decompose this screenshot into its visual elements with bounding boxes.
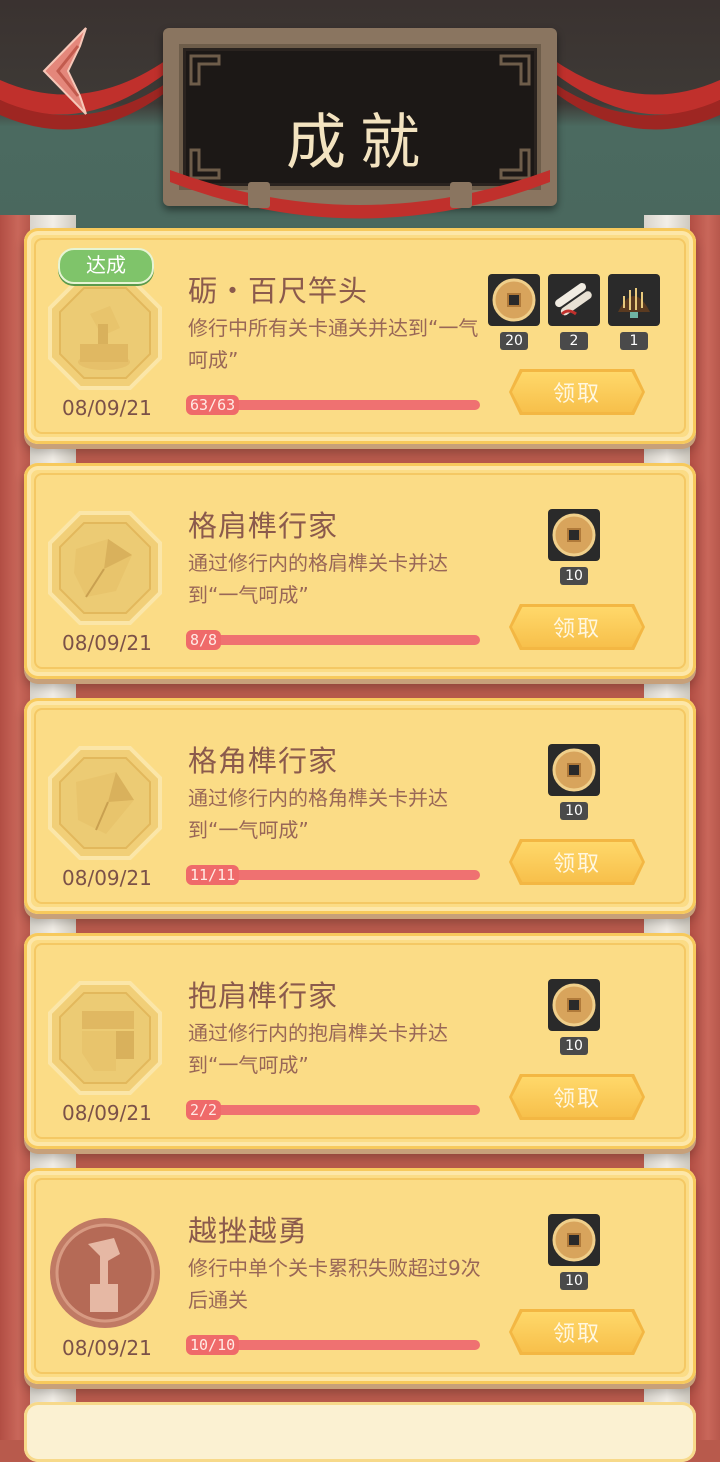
reward-item[interactable]: 1 <box>608 274 660 350</box>
achievement-title: 格角榫行家 <box>188 744 339 778</box>
achievement-card-partial <box>24 1402 696 1462</box>
achievement-description: 修行中所有关卡通关并达到“一气呵成” <box>188 316 479 372</box>
achievement-card: 08/09/21 格肩榫行家通过修行内的格肩榫关卡并达到“一气呵成” 8/8 10 领取 <box>24 463 696 679</box>
reward-count: 10 <box>560 802 588 820</box>
scroll-bundle-icon <box>555 283 592 316</box>
copper-coin-icon <box>552 983 596 1027</box>
claim-button[interactable]: 领取 <box>512 1077 642 1117</box>
reward-list: 10 <box>548 509 608 589</box>
achievement-date: 08/09/21 <box>62 396 152 420</box>
corner-joint-badge-icon <box>46 744 164 862</box>
achievement-date: 08/09/21 <box>62 631 152 655</box>
achievement-date: 08/09/21 <box>62 1336 152 1360</box>
progress-track <box>186 635 480 645</box>
claim-button[interactable]: 领取 <box>512 842 642 882</box>
claim-button[interactable]: 领取 <box>512 1312 642 1352</box>
hug-shoulder-joint-badge-icon <box>46 979 164 1097</box>
progress-bar: 11/11 <box>186 865 480 885</box>
reward-item[interactable]: 20 <box>488 274 540 350</box>
achievement-card: 08/09/21 格角榫行家通过修行内的格角榫关卡并达到“一气呵成” 11/11 10… <box>24 698 696 914</box>
achievement-title: 抱肩榫行家 <box>188 979 339 1013</box>
reward-list: 10 <box>548 979 608 1059</box>
reward-list: 10 <box>548 744 608 824</box>
axe-stump-badge-icon <box>46 274 164 392</box>
achievement-description: 修行中单个关卡累积失败超过9次后通关 <box>188 1256 481 1312</box>
copper-coin-icon <box>492 278 536 322</box>
back-arrow-icon[interactable] <box>40 26 92 116</box>
reward-count: 10 <box>560 567 588 585</box>
claim-button[interactable]: 领取 <box>512 607 642 647</box>
claim-button[interactable]: 领取 <box>512 372 642 412</box>
achievement-card: 08/09/21 越挫越勇修行中单个关卡累积失败超过9次后通关 10/10 10 领取 <box>24 1168 696 1384</box>
progress-bar: 10/10 <box>186 1335 480 1355</box>
reward-item[interactable]: 10 <box>548 509 600 585</box>
achieved-badge: 达成 <box>58 248 154 284</box>
progress-label: 2/2 <box>186 1100 222 1120</box>
copper-coin-icon <box>552 1218 596 1262</box>
progress-track <box>186 1105 480 1115</box>
achievement-date: 08/09/21 <box>62 866 152 890</box>
achievement-date: 08/09/21 <box>62 1101 152 1125</box>
copper-coin-icon <box>552 748 596 792</box>
wooden-comb-icon <box>618 288 650 318</box>
corner-fret-icon <box>499 54 531 86</box>
progress-label: 10/10 <box>186 1335 240 1355</box>
reward-item[interactable]: 10 <box>548 744 600 820</box>
progress-label: 11/11 <box>186 865 240 885</box>
fist-axe-badge-icon <box>46 1214 164 1332</box>
corner-fret-icon <box>189 54 221 86</box>
achievement-description: 通过修行内的格角榫关卡并达到“一气呵成” <box>188 786 448 842</box>
achievement-card: 08/09/21 抱肩榫行家通过修行内的抱肩榫关卡并达到“一气呵成” 2/2 10 领取 <box>24 933 696 1149</box>
reward-item[interactable]: 10 <box>548 1214 600 1290</box>
shoulder-joint-badge-icon <box>46 509 164 627</box>
reward-list: 20 2 1 <box>488 274 668 354</box>
reward-count: 20 <box>500 332 528 350</box>
reward-list: 10 <box>548 1214 608 1294</box>
progress-bar: 63/63 <box>186 395 480 415</box>
progress-label: 8/8 <box>186 630 222 650</box>
achievement-title: 砺・百尺竿头 <box>188 274 369 308</box>
reward-item[interactable]: 2 <box>548 274 600 350</box>
achievement-title: 越挫越勇 <box>188 1214 309 1248</box>
achievement-description: 通过修行内的格肩榫关卡并达到“一气呵成” <box>188 551 448 607</box>
reward-count: 10 <box>560 1272 588 1290</box>
copper-coin-icon <box>552 513 596 557</box>
achievement-description: 通过修行内的抱肩榫关卡并达到“一气呵成” <box>188 1021 448 1077</box>
progress-bar: 8/8 <box>186 630 480 650</box>
achievement-card: 达成 08/09/21 砺・百尺竿头修行中所有关卡通关并达到“一气呵成” 63/63 2… <box>24 228 696 444</box>
progress-bar: 2/2 <box>186 1100 480 1120</box>
reward-count: 10 <box>560 1037 588 1055</box>
progress-label: 63/63 <box>186 395 240 415</box>
reward-item[interactable]: 10 <box>548 979 600 1055</box>
reward-count: 2 <box>560 332 588 350</box>
achievement-title: 格肩榫行家 <box>188 509 339 543</box>
reward-count: 1 <box>620 332 648 350</box>
